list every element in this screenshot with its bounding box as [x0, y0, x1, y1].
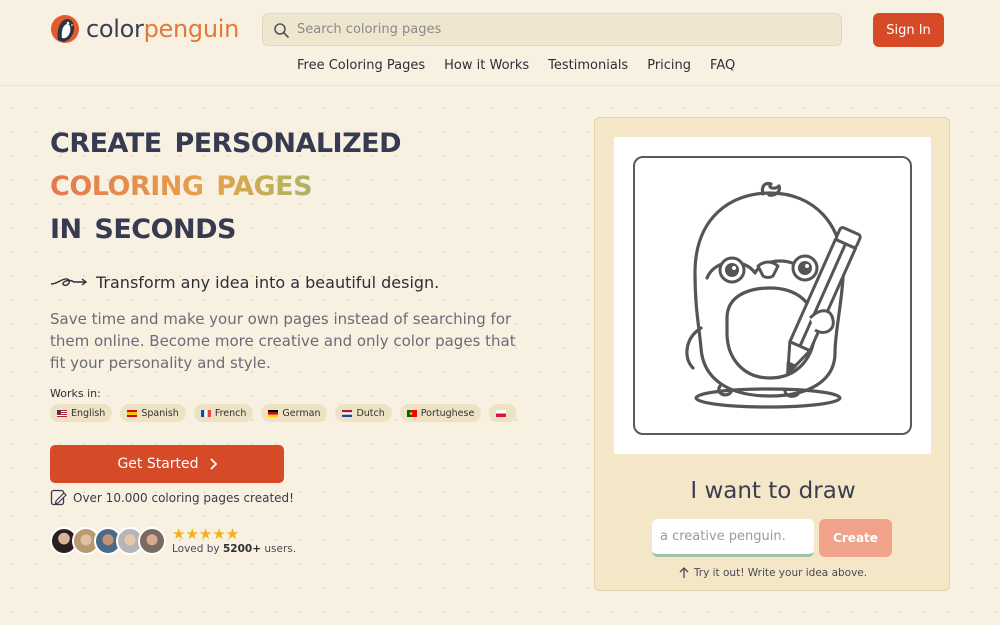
tagline-text: Transform any idea into a beautiful desi…: [96, 272, 440, 292]
demo-hint: Try it out! Write your idea above.: [595, 567, 951, 579]
five-star-rating-icon: ★★★★★: [172, 525, 240, 543]
sign-in-button[interactable]: Sign In: [873, 13, 944, 47]
nav-testimonials[interactable]: Testimonials: [548, 58, 628, 73]
chevron-right-icon: [209, 458, 217, 470]
logo-text: colorpenguin: [86, 15, 240, 43]
nav-faq[interactable]: FAQ: [710, 58, 735, 73]
nl-flag-icon: [342, 409, 353, 417]
es-flag-icon: [127, 409, 138, 417]
flag-icon: [496, 409, 507, 417]
nav-how-it-works[interactable]: How it Works: [444, 58, 529, 73]
fr-flag-icon: [200, 409, 211, 417]
hero-title-line-3: in Seconds: [50, 203, 236, 247]
main-nav: Free Coloring Pages How it Works Testimo…: [297, 58, 735, 73]
logo[interactable]: colorpenguin: [50, 14, 239, 44]
language-chip-english: English: [50, 404, 113, 422]
penguin-drawing-icon: [685, 181, 862, 409]
de-flag-icon: [268, 409, 279, 417]
demo-title: I want to draw: [690, 478, 856, 504]
works-in-label: Works in:: [50, 387, 101, 400]
search-input[interactable]: [297, 22, 817, 37]
language-chip-spanish: Spanish: [120, 404, 186, 422]
penguin-logo-icon: [51, 15, 79, 43]
hero-title: Create Personalized Coloring Pages in Se…: [50, 117, 402, 247]
nav-free-coloring-pages[interactable]: Free Coloring Pages: [297, 58, 425, 73]
hero-title-line-1: Create Personalized: [50, 117, 402, 161]
search-bar[interactable]: [262, 13, 842, 46]
language-chip-more: [489, 404, 516, 422]
loved-by-text: Loved by 5200+ users.: [172, 543, 297, 555]
language-chip-german: German: [261, 404, 328, 422]
search-icon: [274, 22, 289, 38]
us-flag-icon: [57, 409, 67, 417]
nav-pricing[interactable]: Pricing: [647, 58, 691, 73]
create-button[interactable]: Create: [819, 519, 892, 557]
edit-page-icon: [50, 489, 67, 506]
language-list: English Spanish French German Dutch Port…: [50, 404, 516, 422]
get-started-button[interactable]: Get Started: [50, 445, 284, 483]
arrow-up-icon: [679, 567, 689, 578]
hero-description: Save time and make your own pages instea…: [50, 310, 516, 372]
language-chip-french: French: [193, 404, 254, 422]
tagline: Transform any idea into a beautiful desi…: [50, 272, 439, 292]
idea-input[interactable]: [652, 519, 814, 557]
site-header: colorpenguin Sign In Free Coloring Pages…: [0, 0, 1000, 86]
pages-created-stat: Over 10.000 coloring pages created!: [50, 489, 294, 506]
user-avatars: [50, 527, 166, 555]
squiggle-arrow-icon: [50, 278, 88, 287]
demo-card: I want to draw Create Try it out! Write …: [594, 117, 950, 591]
hero-title-line-2: Coloring Pages: [50, 161, 401, 204]
avatar: [138, 527, 166, 555]
pt-flag-icon: [406, 409, 417, 417]
coloring-page-frame: [633, 156, 912, 435]
coloring-page-preview: [614, 137, 931, 454]
language-chip-dutch: Dutch: [335, 404, 392, 422]
user-rating: ★★★★★ Loved by 5200+ users.: [172, 526, 296, 555]
language-chip-portuguese: Portughese: [399, 404, 482, 422]
